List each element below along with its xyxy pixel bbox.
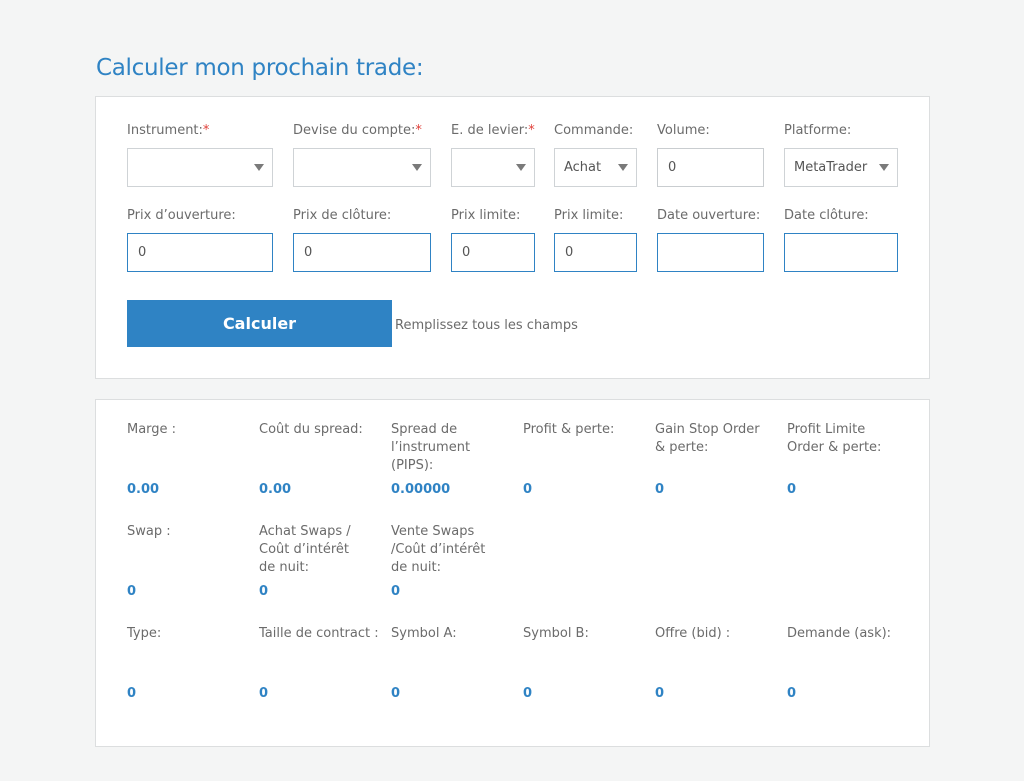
command-label: Commande:: [554, 123, 634, 138]
limit-price-input-2[interactable]: [554, 233, 637, 272]
limit-price-input-1[interactable]: [451, 233, 535, 272]
result-label: Symbol A:: [391, 626, 457, 641]
instrument-select[interactable]: [127, 148, 273, 187]
buy-swap-value: 0: [259, 584, 269, 599]
limit-order-pl-value: 0: [787, 482, 797, 497]
result-label: Profit Limite Order & perte:: [787, 422, 882, 455]
leverage-select[interactable]: [451, 148, 535, 187]
result-label: Marge :: [127, 422, 177, 437]
close-price-input[interactable]: [293, 233, 431, 272]
result-label: Profit & perte:: [523, 422, 615, 437]
swap-value: 0: [127, 584, 137, 599]
instrument-label: Instrument:*: [127, 123, 210, 138]
results-panel: Marge : Coût du spread: Spread de l’inst…: [95, 399, 930, 747]
result-label: Coût du spread:: [259, 422, 363, 437]
caret-down-icon: [618, 164, 628, 171]
account-currency-select[interactable]: [293, 148, 431, 187]
ask-value: 0: [787, 686, 797, 701]
caret-down-icon: [254, 164, 264, 171]
trade-form-panel: Instrument:* Devise du compte:* E. de le…: [95, 96, 930, 379]
open-date-label: Date ouverture:: [657, 208, 761, 223]
caret-down-icon: [879, 164, 889, 171]
result-label: Taille de contract :: [259, 626, 379, 641]
command-select[interactable]: Achat: [554, 148, 637, 187]
volume-label: Volume:: [657, 123, 710, 138]
profit-loss-value: 0: [523, 482, 533, 497]
result-label: Achat Swaps / Coût d’intérêt de nuit:: [259, 524, 351, 575]
spread-cost-value: 0.00: [259, 482, 292, 497]
instrument-spread-value: 0.00000: [391, 482, 451, 497]
symbol-b-value: 0: [523, 686, 533, 701]
platform-selected-value: MetaTrader: [794, 160, 868, 175]
contract-size-value: 0: [259, 686, 269, 701]
symbol-a-value: 0: [391, 686, 401, 701]
platform-select[interactable]: MetaTrader: [784, 148, 898, 187]
open-price-label: Prix d’ouverture:: [127, 208, 236, 223]
calculate-button[interactable]: Calculer: [127, 300, 392, 347]
result-label: Symbol B:: [523, 626, 589, 641]
caret-down-icon: [412, 164, 422, 171]
account-currency-label: Devise du compte:*: [293, 123, 422, 138]
open-price-input[interactable]: [127, 233, 273, 272]
open-date-input[interactable]: [657, 233, 764, 272]
sell-swap-value: 0: [391, 584, 401, 599]
result-label: Swap :: [127, 524, 171, 539]
result-label: Spread de l’instrument (PIPS):: [391, 422, 471, 473]
type-value: 0: [127, 686, 137, 701]
command-selected-value: Achat: [564, 160, 602, 175]
leverage-label: E. de levier:*: [451, 123, 535, 138]
close-date-label: Date clôture:: [784, 208, 869, 223]
fill-all-fields-hint: Remplissez tous les champs: [395, 318, 578, 333]
volume-input[interactable]: [657, 148, 764, 187]
caret-down-icon: [516, 164, 526, 171]
stop-order-pl-value: 0: [655, 482, 665, 497]
page-title: Calculer mon prochain trade:: [96, 55, 424, 81]
limit-price-label-1: Prix limite:: [451, 208, 521, 223]
result-label: Vente Swaps /Coût d’intérêt de nuit:: [391, 524, 486, 575]
close-price-label: Prix de clôture:: [293, 208, 392, 223]
result-label: Demande (ask):: [787, 626, 892, 641]
bid-value: 0: [655, 686, 665, 701]
result-label: Offre (bid) :: [655, 626, 731, 641]
result-label: Gain Stop Order & perte:: [655, 422, 760, 455]
close-date-input[interactable]: [784, 233, 898, 272]
margin-value: 0.00: [127, 482, 160, 497]
limit-price-label-2: Prix limite:: [554, 208, 624, 223]
result-label: Type:: [127, 626, 162, 641]
platform-label: Platforme:: [784, 123, 852, 138]
